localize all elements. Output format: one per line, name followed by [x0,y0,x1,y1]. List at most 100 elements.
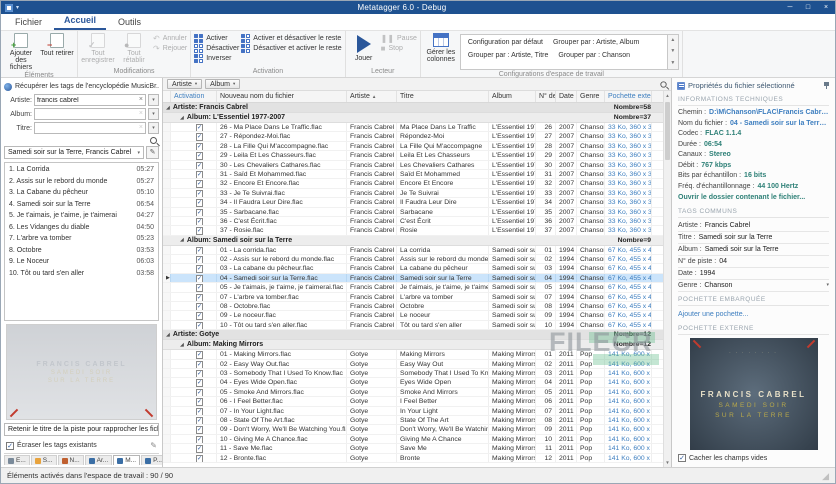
overwrite-tags-checkbox[interactable]: ✓ [6,441,14,450]
cover-link[interactable]: 141 Ko, 600 x 600 [605,397,652,406]
tab-fichier[interactable]: Fichier [5,15,52,30]
grid-row[interactable]: ✓ 31 - Saïd Et Mohammed.flac Francis Cabre… [163,169,663,180]
grid-row[interactable]: ✓ 33 - Je Te Suivrai.flac Francis Cabrel Je… [163,188,663,199]
grid-row[interactable]: ✓ 37 - Rosie.flac Francis Cabrel Rosie L'Ess… [163,226,663,236]
grid-row[interactable]: ✓ 29 - Leila Et Les Chasseurs.flac Francis… [163,151,663,161]
grid-row[interactable]: ✓ 30 - Les Chevaliers Cathares.flac Franci… [163,160,663,170]
row-checkbox[interactable]: ✓ [196,133,204,141]
grid-row[interactable]: ✓ 03 - La cabane du pêcheur.flac Francis C… [163,264,663,274]
track-item[interactable]: 2. Assis sur le rebord du monde 05:27 [5,176,158,188]
play-button[interactable]: Jouer [349,32,379,62]
save-all-button[interactable]: ✓ Tout enregistrer [81,32,115,64]
row-checkbox[interactable]: ✓ [196,416,204,425]
row-checkbox[interactable]: ✓ [196,161,204,169]
maximize-button[interactable]: □ [799,1,817,14]
column-header-3[interactable]: Titre [397,91,489,102]
cover-link[interactable]: 141 Ko, 600 x 600 [605,378,652,387]
quick-access-dropdown-icon[interactable]: ▾ [16,4,19,11]
grid-row[interactable]: ✓ 08 - Octobre.flac Francis Cabrel Octobre S… [163,302,663,312]
path-link[interactable]: 04 - Samedi soir sur la Terre.flac [730,119,829,130]
cover-link[interactable]: 33 Ko, 360 x 360 [605,188,652,198]
gallery-item[interactable]: Configuration par défaut [463,36,548,49]
row-checkbox[interactable]: ✓ [196,398,204,406]
group-row-album[interactable]: ◢ Album: Samedi soir sur la Terre Nombre=9 [163,235,663,246]
grid-row[interactable]: ✓ 32 - Encore Et Encore.flac Francis Cabre… [163,179,663,189]
cover-link[interactable]: 141 Ko, 600 x 600 [605,453,652,462]
album-clear-icon[interactable]: × [139,109,143,119]
edit-tags-icon[interactable]: ✎ [150,441,157,450]
grid-row[interactable]: ✓ 02 - Assis sur le rebord du monde.flac F… [163,255,663,265]
grid-row[interactable]: ✓ 06 - I Feel Better.flac Gotye I Feel Bett… [163,397,663,407]
artist-dropdown-icon[interactable]: ▾ [148,94,159,106]
pin-icon[interactable] [823,82,830,89]
grid-row[interactable]: ▶ ✓ 04 - Samedi soir sur la Terre.flac Fran… [163,273,663,284]
grid-row[interactable]: ✓ 07 - In Your Light.flac Gotye In Your Lig… [163,406,663,416]
cover-link[interactable]: 67 Ko, 455 x 455 [605,302,652,311]
grid-row[interactable]: ✓ 36 - C'est Écrit.flac Francis Cabrel C'es… [163,216,663,227]
undo-button[interactable]: ↶ Annuler [153,34,187,43]
grid-row[interactable]: ✓ 05 - Smoke And Mirrors.flac Gotye Smoke A… [163,387,663,398]
row-checkbox[interactable]: ✓ [196,321,204,330]
group-chip-album[interactable]: Album ▾ [205,79,241,89]
tag-field[interactable]: Titre : Samedi soir sur la Terre [678,232,829,244]
grid-search-icon[interactable] [660,80,667,88]
activation-inverser[interactable]: Inverser [194,54,239,63]
tool-tab-S[interactable]: S... [30,455,57,465]
tool-tab-P[interactable]: P... [141,455,162,465]
tag-field[interactable]: Date :1994 [678,268,829,280]
grid-row[interactable]: ✓ 07 - L'arbre va tomber.flac Francis Cabr… [163,292,663,303]
grid-row[interactable]: ✓ 05 - Je t'aimais, je t'aime, je t'aimer… [163,283,663,293]
row-checkbox[interactable]: ✓ [196,312,204,320]
row-checkbox[interactable]: ✓ [196,426,204,434]
grid-row[interactable]: ✓ 03 - Somebody That I Used To Know.flac G… [163,368,663,379]
tab-outils[interactable]: Outils [108,15,151,30]
row-checkbox[interactable]: ✓ [196,124,204,132]
row-checkbox[interactable]: ✓ [196,265,204,273]
cover-link[interactable]: 33 Ko, 360 x 360 [605,151,652,160]
grid-row[interactable]: ✓ 04 - Eyes Wide Open.flac Gotye Eyes Wide … [163,378,663,388]
cover-link[interactable]: 67 Ko, 455 x 455 [605,245,652,255]
row-checkbox[interactable]: ✓ [196,274,204,283]
release-select[interactable]: Samedi soir sur la Terre, Francis Cabrel… [4,146,144,159]
group-chip-artiste[interactable]: Artiste ▾ [167,79,203,89]
cover-link[interactable]: 141 Ko, 600 x 600 [605,444,652,453]
activation-activer-et-d-sactiver-le-reste[interactable]: Activer et désactiver le reste [241,34,341,43]
cover-link[interactable]: 67 Ko, 455 x 455 [605,273,652,283]
minimize-button[interactable]: ─ [781,1,799,14]
row-checkbox[interactable]: ✓ [196,454,204,462]
cover-link[interactable]: 141 Ko, 600 x 600 [605,387,652,397]
cover-link[interactable]: 141 Ko, 600 x 600 [605,415,652,425]
tool-tab-Ar[interactable]: Ar... [84,455,113,465]
row-checkbox[interactable]: ✓ [196,189,204,198]
column-header-5[interactable]: N° de piste [536,91,556,102]
album-field[interactable] [37,110,139,118]
row-checkbox[interactable]: ✓ [196,256,204,264]
resize-grip-icon[interactable]: ◢ [822,471,829,481]
row-checkbox[interactable]: ✓ [196,208,204,216]
remove-all-button[interactable]: − Tout retirer [40,32,74,57]
cover-link[interactable]: 141 Ko, 600 x 600 [605,350,652,359]
cover-link[interactable]: 33 Ko, 360 x 360 [605,216,652,226]
tag-field[interactable]: Album : Samedi soir sur la Terre [678,244,829,256]
scroll-up-icon[interactable]: ▲ [664,91,671,100]
row-checkbox[interactable]: ✓ [196,246,204,255]
restore-all-button[interactable]: ● Tout rétablir [117,32,151,64]
artist-field[interactable] [37,96,139,104]
group-row-artist[interactable]: ◢ Artiste: Francis Cabrel Nombre=58 [163,103,663,113]
grid-row[interactable]: ✓ 35 - Sarbacane.flac Francis Cabrel Sarbac… [163,207,663,217]
tool-tab-N[interactable]: N... [57,455,84,465]
cover-link[interactable]: 33 Ko, 360 x 360 [605,169,652,179]
cover-link[interactable]: 67 Ko, 455 x 455 [605,255,652,264]
add-files-button[interactable]: + Ajouter des fichiers [4,32,38,71]
tool-tab-E[interactable]: E... [4,455,30,465]
activation-d-sactiver-et-activer-le-reste[interactable]: Désactiver et activer le reste [241,44,342,53]
cover-link[interactable]: 141 Ko, 600 x 600 [605,434,652,444]
scroll-thumb[interactable] [665,102,670,160]
row-checkbox[interactable]: ✓ [196,360,204,368]
track-item[interactable]: 1. La Corrida 05:27 [5,164,158,176]
column-header-0[interactable]: Activation [171,91,217,102]
grid-row[interactable]: ✓ 09 - Le noceur.flac Francis Cabrel Le noc… [163,311,663,321]
grid-row[interactable]: ✓ 34 - Il Faudra Leur Dire.flac Francis Ca… [163,198,663,208]
cover-link[interactable]: 33 Ko, 360 x 360 [605,141,652,151]
row-checkbox[interactable]: ✓ [196,379,204,387]
